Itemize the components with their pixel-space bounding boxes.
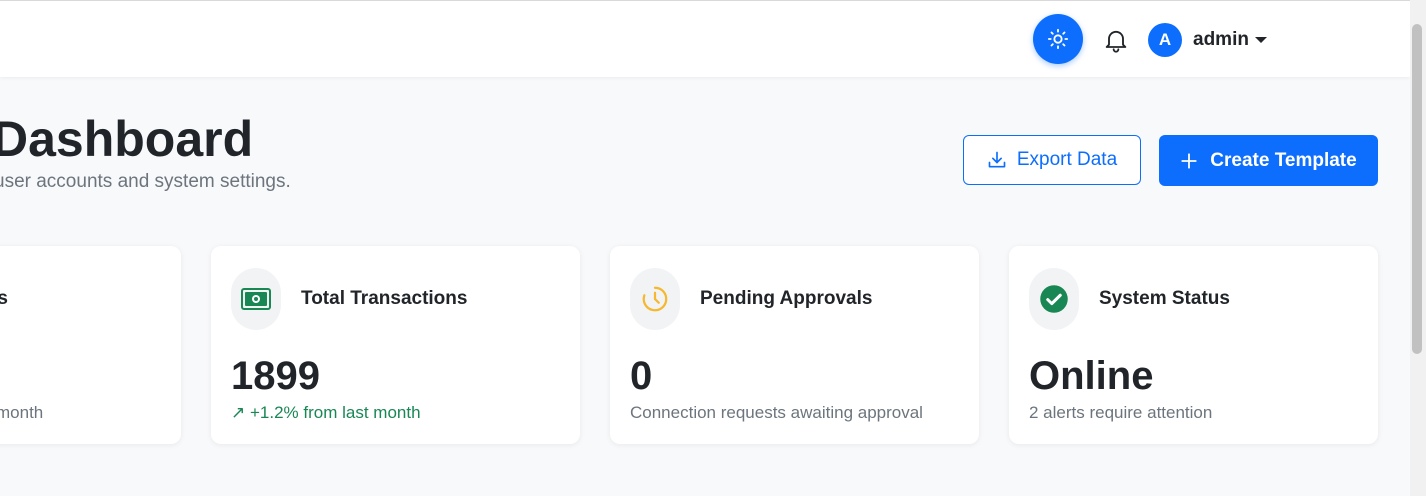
download-icon: [988, 151, 1006, 168]
trend-up-icon: ↗: [231, 403, 246, 422]
stat-card-system-status: System Status Online 2 alerts require at…: [1009, 246, 1378, 444]
card-value: 1899: [231, 354, 320, 398]
card-title: rs: [0, 288, 8, 309]
card-title: System Status: [1099, 288, 1230, 309]
caret-down-icon: [1254, 37, 1267, 43]
scrollbar-thumb[interactable]: [1412, 24, 1422, 354]
card-trend: ↗ +1.2% from last month: [231, 403, 421, 423]
page-title: Dashboard: [0, 111, 254, 167]
card-icon-container: [231, 268, 281, 330]
card-title: Total Transactions: [301, 288, 468, 309]
create-template-label: Create Template: [1210, 149, 1357, 171]
stat-card-pending: Pending Approvals 0 Connection requests …: [610, 246, 979, 444]
username: admin: [1193, 29, 1249, 50]
card-icon-container: [1029, 268, 1079, 330]
user-menu-dropdown[interactable]: A admin: [1148, 23, 1267, 57]
card-icon-container: [630, 268, 680, 330]
bell-icon: [1105, 30, 1127, 53]
sun-icon: [1047, 28, 1069, 50]
page-subtitle: user accounts and system settings.: [0, 171, 291, 192]
stat-card-users: rs month: [0, 246, 181, 444]
card-note: month: [0, 403, 44, 422]
top-navbar: A admin: [0, 0, 1410, 77]
card-title: Pending Approvals: [700, 288, 873, 309]
card-value: 0: [630, 354, 653, 398]
check-circle-icon: [1040, 285, 1068, 313]
export-data-button[interactable]: Export Data: [963, 135, 1141, 185]
plus-icon: [1181, 152, 1197, 169]
create-template-button[interactable]: Create Template: [1159, 135, 1378, 186]
card-trend-text: +1.2% from last month: [249, 403, 421, 422]
card-note: Connection requests awaiting approval: [630, 403, 923, 422]
theme-toggle-button[interactable]: [1033, 14, 1083, 64]
clock-icon: [642, 286, 668, 312]
stat-card-transactions: Total Transactions 1899 ↗ +1.2% from las…: [211, 246, 580, 444]
avatar: A: [1148, 23, 1182, 57]
card-note: 2 alerts require attention: [1029, 403, 1213, 422]
card-value: Online: [1029, 354, 1154, 398]
cash-icon: [241, 288, 271, 310]
notifications-button[interactable]: [1102, 26, 1130, 54]
export-data-label: Export Data: [1016, 149, 1118, 170]
